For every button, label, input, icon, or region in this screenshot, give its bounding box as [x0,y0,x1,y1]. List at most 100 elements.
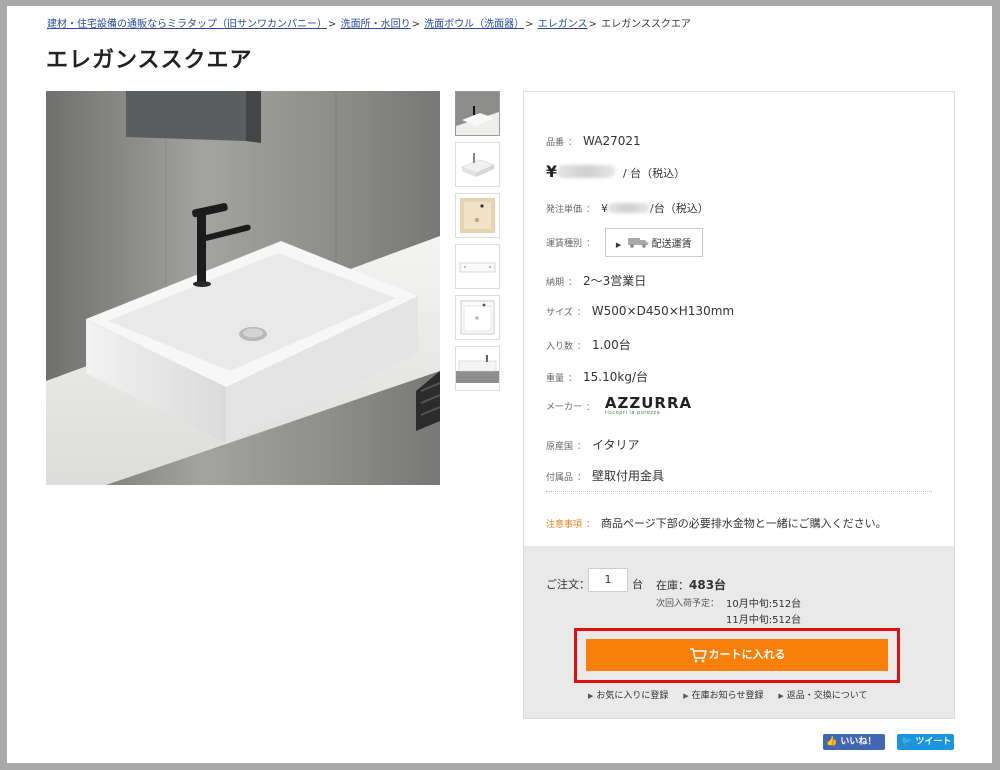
qty-unit: 台 [632,578,643,591]
divider [546,491,932,492]
breadcrumb-separator: > [411,19,420,30]
spec-colon: ： [568,138,578,148]
spec-colon: ： [568,374,578,384]
spec-colon: ： [577,342,587,352]
breadcrumb-separator: > [525,19,534,30]
order-links: ▶ お気に入りに登録 ▶ 在庫お知らせ登録 ▶ 返品・交換について [588,688,880,701]
price-symbol: ¥ [546,162,558,181]
spec-label: 原産国 [546,442,574,452]
spec-colon: ： [576,308,586,318]
thumbnail-image [456,194,499,237]
thumbnail-image [456,347,499,390]
price-unit: / 台（税込） [622,167,686,180]
spec-label: 納期 [546,278,565,288]
spec-colon: ： [568,278,578,288]
unit-price-unit: /台（税込） [650,202,709,215]
spec-row-weight: 重量： 15.10kg/台 [546,368,648,385]
stock-value: 483台 [689,578,727,592]
thumbs-up-icon: 👍 [826,737,838,747]
stock-notify-label: 在庫お知らせ登録 [691,691,764,701]
accessory-value: 壁取付用金具 [592,469,665,483]
spec-label: メーカー [546,402,583,413]
spec-colon: ： [577,442,587,452]
spec-colon: ： [577,473,587,483]
spec-row-qty-per: 入り数： 1.00台 [546,336,631,353]
notice-text: 商品ページ下部の必要排水金物と一緒にご購入ください。 [601,517,887,530]
triangle-right-icon: ▶ [778,692,784,700]
spec-row-delivery: 納期： 2〜3営業日 [546,272,646,289]
spec-colon: ： [586,402,596,413]
washbasin-photo [46,91,440,485]
notice: 注意事項： 商品ページ下部の必要排水金物と一緒にご購入ください。 [546,515,887,531]
add-to-cart-button[interactable]: カートに入れる [586,639,888,671]
spec-colon: ： [586,205,596,215]
triangle-right-icon: ▶ [588,692,594,700]
spec-label: 入り数 [546,342,574,352]
thumbnail-1[interactable] [455,91,500,136]
thumbnail-3[interactable] [455,193,500,238]
thumbnail-6[interactable] [455,346,500,391]
notice-colon: ： [586,520,596,530]
spec-row-code: 品番： WA27021 [546,134,641,148]
shipping-fee-button[interactable]: ▶ 配送運賃 [604,228,703,257]
triangle-right-icon: ▶ [683,692,689,700]
spec-row-shipping: 運賃種別： ▶ 配送運賃 [546,228,703,257]
order-box: ご注文： 1 台 在庫：483台 次回入荷予定： 10月中旬:512台 11月中… [524,546,954,718]
truck-icon [628,238,649,248]
spec-label: 発注単価 [546,205,583,215]
quantity-input[interactable]: 1 [588,568,628,592]
size-value: W500×D450×H130mm [591,304,735,318]
maker-logo[interactable]: AZZURRA riscopri la purezza [605,396,692,416]
weight-value: 15.10kg/台 [583,370,648,384]
qty-per-value: 1.00台 [592,338,631,352]
product-main-image[interactable] [46,91,440,485]
breadcrumb-current: エレガンススクエア [601,19,691,30]
next-arrival-2: 11月中旬:512台 [726,615,802,626]
triangle-right-icon: ▶ [615,241,622,249]
delivery-value: 2〜3営業日 [583,274,647,288]
price-value-blurred [557,165,616,178]
twitter-bird-icon: 🐦 [901,737,913,747]
add-to-cart-label: カートに入れる [708,648,786,661]
spec-label: 付属品 [546,473,574,483]
spec-label: 重量 [546,374,565,384]
next-arrival-label: 次回入荷予定： [656,599,720,609]
unit-price-value-blurred [608,203,651,213]
product-code: WA27021 [583,134,641,148]
breadcrumb-link-washroom[interactable]: 洗面所・水回り [341,19,411,30]
spec-row-size: サイズ： W500×D450×H130mm [546,304,734,318]
spec-row-price: ¥ / 台（税込） [546,162,685,181]
next-arrival-1: 10月中旬:512台 [726,599,802,610]
spec-row-unit-price: 発注単価： ¥ /台（税込） [546,200,709,216]
thumbnail-5[interactable] [455,295,500,340]
thumbnail-4[interactable] [455,244,500,289]
tweet-button[interactable]: 🐦 ツイート [897,734,954,750]
qty-label: ご注文： [546,578,590,591]
page-title: エレガンススクエア [46,48,253,73]
favorite-label: お気に入りに登録 [596,691,669,701]
spec-colon: ： [586,239,596,249]
breadcrumb: 建材・住宅設備の通販ならミラタップ（旧サンワカンパニー）> 洗面所・水回り> 洗… [47,15,691,30]
breadcrumb-link-home[interactable]: 建材・住宅設備の通販ならミラタップ（旧サンワカンパニー） [47,19,327,30]
thumbnail-image [456,245,499,288]
like-label: いいね！ [840,737,877,747]
spec-row-origin: 原産国： イタリア [546,436,640,453]
stock-notify-link[interactable]: ▶ 在庫お知らせ登録 [683,691,763,701]
favorite-link[interactable]: ▶ お気に入りに登録 [588,691,668,701]
unit-price-symbol: ¥ [601,202,609,215]
facebook-like-button[interactable]: 👍 いいね！ 4 [823,734,885,763]
cart-icon [689,648,707,663]
thumbnail-2[interactable] [455,142,500,187]
spec-row-maker: メーカー： AZZURRA riscopri la purezza [546,396,692,416]
thumbnail-list [455,91,500,397]
return-policy-link[interactable]: ▶ 返品・交換について [778,691,867,701]
spec-label: サイズ [546,308,573,318]
breadcrumb-link-basin[interactable]: 洗面ボウル（洗面器） [424,19,524,30]
like-count: 4 [826,753,833,763]
shipping-fee-label: 配送運賃 [651,239,692,250]
thumbnail-image [456,143,499,186]
breadcrumb-separator: > [588,19,597,30]
breadcrumb-link-elegance[interactable]: エレガンス [538,19,588,30]
tweet-label: ツイート [915,737,952,747]
spec-label: 品番 [546,138,565,148]
